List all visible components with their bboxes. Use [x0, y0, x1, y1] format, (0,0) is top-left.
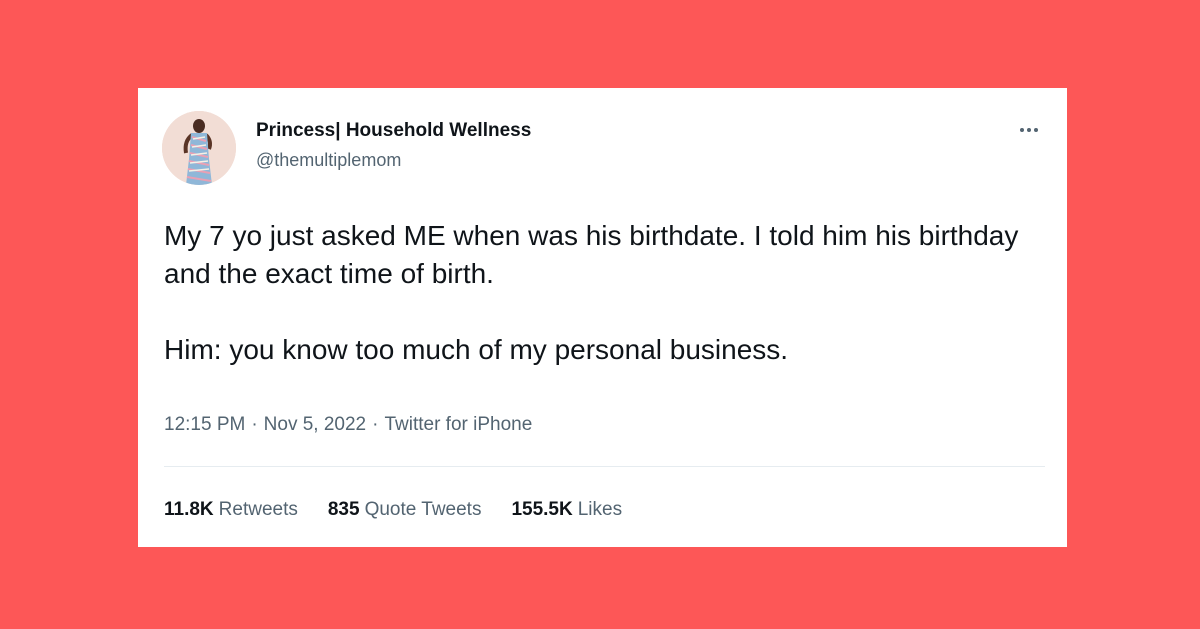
quote-tweets-count: 835: [327, 499, 360, 520]
tweet-text-paragraph: My 7 yo just asked ME when was his birth…: [164, 220, 1019, 289]
ellipsis-icon[interactable]: [1015, 116, 1043, 144]
separator: ·: [251, 414, 258, 435]
tweet-source[interactable]: Twitter for iPhone: [384, 414, 532, 435]
retweets-count: 11.8K: [164, 499, 214, 520]
tweet-text-paragraph: Him: you know too much of my personal bu…: [164, 334, 789, 365]
display-name[interactable]: Princess| Household Wellness: [256, 120, 531, 142]
divider: [164, 466, 1045, 467]
tweet-date[interactable]: Nov 5, 2022: [264, 414, 366, 435]
retweets-label: Retweets: [218, 499, 298, 520]
likes-label: Likes: [577, 499, 623, 520]
tweet-stats: 11.8K Retweets 835 Quote Tweets 155.5K Like…: [164, 499, 622, 521]
quote-tweets-stat[interactable]: 835 Quote Tweets: [328, 499, 482, 521]
likes-stat[interactable]: 155.5K Likes: [511, 499, 622, 521]
likes-count: 155.5K: [511, 499, 573, 520]
quote-tweets-label: Quote Tweets: [364, 499, 482, 520]
avatar[interactable]: [162, 111, 236, 185]
tweet-time[interactable]: 12:15 PM: [164, 414, 245, 435]
tweet-meta: 12:15 PM · Nov 5, 2022 · Twitter for iPhone: [164, 414, 532, 436]
separator: ·: [372, 414, 379, 435]
tweet-card: Princess| Household Wellness @themultipl…: [138, 88, 1067, 547]
retweets-stat[interactable]: 11.8K Retweets: [164, 499, 298, 521]
user-handle[interactable]: @themultiplemom: [256, 150, 401, 171]
tweet-text: My 7 yo just asked ME when was his birth…: [164, 217, 1044, 369]
